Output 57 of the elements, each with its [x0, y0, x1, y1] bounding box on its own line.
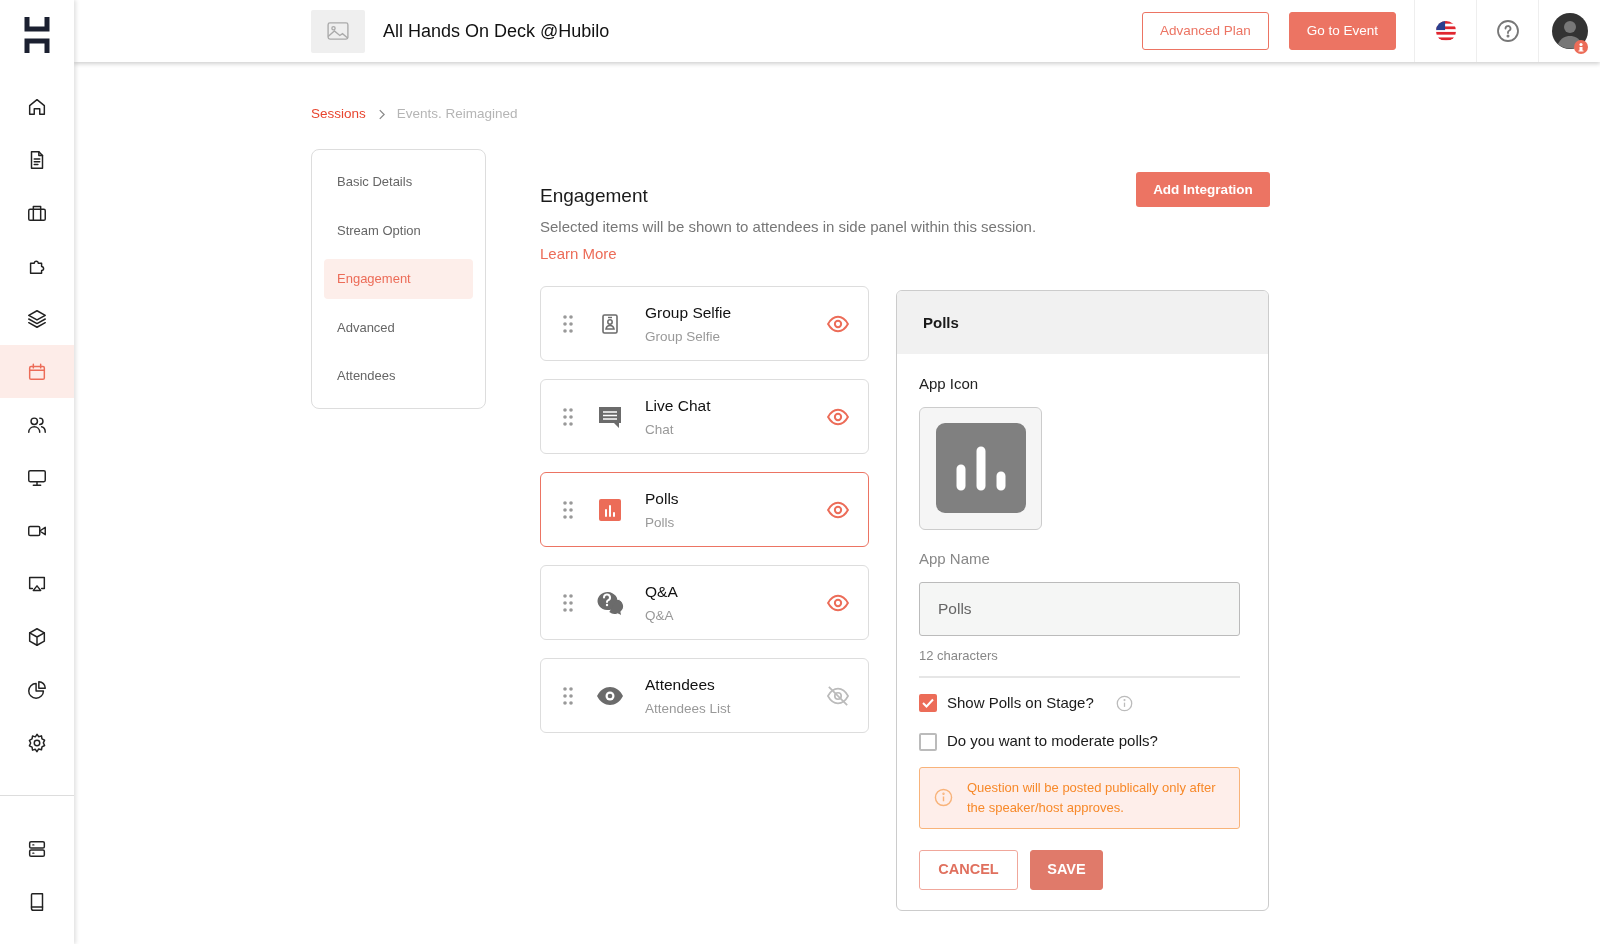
cube-icon: [26, 625, 48, 648]
section-description: Selected items will be shown to attendees in side panel within this session.: [540, 216, 1038, 237]
app-subtitle: Group Selfie: [645, 327, 722, 346]
section-menu-item[interactable]: Stream Option: [324, 210, 473, 251]
app-subtitle: Q&A: [645, 606, 675, 625]
learn-more-link[interactable]: Learn More: [540, 243, 617, 266]
logo-icon: [24, 15, 50, 55]
image-icon: [327, 22, 349, 40]
bar-chart-icon: [598, 497, 622, 522]
field-label: App Icon: [919, 374, 980, 395]
app-card[interactable]: Polls Polls: [540, 472, 869, 548]
field-label: App Name: [919, 548, 991, 569]
section-menu-item[interactable]: Basic Details: [324, 162, 473, 202]
app-title: Group Selfie: [645, 302, 733, 323]
section-menu-item[interactable]: Advanced: [324, 307, 473, 348]
option-label: Show Polls on Stage?: [947, 692, 1094, 713]
app-card[interactable]: Q&A Q&A: [540, 565, 869, 641]
help-icon[interactable]: [1495, 19, 1520, 43]
app-title: Polls: [645, 488, 680, 509]
flag-icon[interactable]: [1434, 20, 1457, 42]
app-title: Q&A: [645, 581, 679, 602]
app-card[interactable]: Live Chat Chat: [540, 379, 869, 455]
app-card[interactable]: Attendees Attendees List: [540, 658, 869, 734]
chevron-right-icon: [377, 108, 385, 120]
drag-handle-icon: [563, 593, 573, 612]
app-name-field[interactable]: Polls: [919, 582, 1240, 637]
drag-handle-icon: [563, 686, 573, 705]
notice-text: Question will be posted publically only after the speaker/host approves.: [967, 778, 1217, 817]
app-icon-picker[interactable]: [919, 406, 1042, 530]
checkbox[interactable]: [919, 732, 937, 751]
app-subtitle: Polls: [645, 513, 676, 532]
checkbox[interactable]: [919, 694, 937, 712]
cancel-button[interactable]: CANCEL: [919, 849, 1018, 890]
character-count: 12 characters: [919, 647, 999, 666]
breadcrumb-link[interactable]: Sessions: [311, 104, 366, 125]
app-title: Attendees: [645, 674, 716, 695]
event-title: All Hands On Deck @Hubilo: [383, 19, 610, 43]
user-badge-icon: [1574, 40, 1588, 54]
pie-chart-icon: [26, 678, 48, 701]
eye-icon: [596, 685, 624, 706]
section-menu-item[interactable]: Attendees: [324, 356, 473, 396]
drag-handle-icon: [563, 314, 573, 333]
drag-handle-icon: [563, 500, 573, 519]
app-subtitle: Attendees List: [645, 699, 732, 718]
option-label: Do you want to moderate polls?: [947, 731, 1158, 752]
layers-icon: [26, 307, 48, 330]
info-icon: [934, 788, 953, 808]
app-subtitle: Chat: [645, 420, 675, 439]
app-card[interactable]: Group Selfie Group Selfie: [540, 286, 869, 362]
app-title: Live Chat: [645, 395, 712, 416]
breadcrumb-current: Events. Reimagined: [396, 105, 518, 123]
panel-title: Polls: [923, 312, 959, 333]
section-title: Engagement: [540, 184, 648, 209]
avatar: [1551, 13, 1588, 49]
drag-handle-icon: [563, 407, 573, 426]
bar-chart-icon: [935, 423, 1026, 514]
settings-icon: [26, 731, 48, 754]
